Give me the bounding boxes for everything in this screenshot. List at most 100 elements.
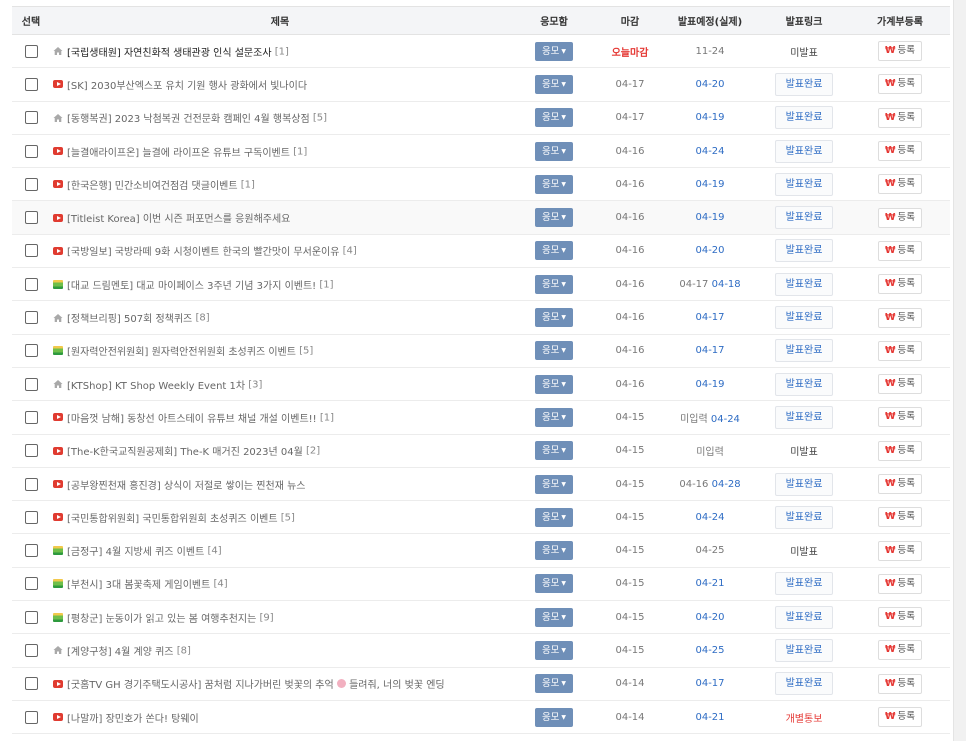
apply-dropdown-button[interactable]: 응모 ▼: [535, 41, 573, 61]
apply-dropdown-button[interactable]: 응모 ▼: [535, 607, 573, 627]
apply-dropdown-button[interactable]: 응모 ▼: [535, 174, 573, 194]
announcement-link-button[interactable]: 발표완료: [775, 139, 833, 163]
apply-dropdown-button[interactable]: 응모 ▼: [535, 141, 573, 161]
announcement-link-button[interactable]: 발표완료: [775, 206, 833, 230]
announce-actual[interactable]: 04-19: [695, 179, 724, 190]
announce-actual[interactable]: 04-19: [695, 379, 724, 390]
announce-actual[interactable]: 04-18: [712, 279, 741, 290]
event-title[interactable]: [KTShop] KT Shop Weekly Event 1차: [67, 381, 245, 392]
announce-actual[interactable]: 04-20: [695, 612, 724, 623]
event-title[interactable]: [대교 드림멘토] 대교 마이페이스 3주년 기념 3가지 이벤트!: [67, 281, 316, 292]
ledger-register-button[interactable]: ₩ 등록: [878, 673, 922, 694]
title-cell[interactable]: [Titleist Korea] 이번 시즌 퍼포먼스를 응원해주세요: [50, 201, 510, 234]
ledger-register-button[interactable]: ₩ 등록: [878, 540, 922, 561]
announce-actual[interactable]: 04-24: [695, 146, 724, 157]
title-cell[interactable]: [늘결애라이프온] 늘결에 라이프온 유튜브 구독이벤트 [1]: [50, 134, 510, 167]
ledger-register-button[interactable]: ₩ 등록: [878, 41, 922, 62]
apply-dropdown-button[interactable]: 응모 ▼: [535, 574, 573, 594]
ledger-register-button[interactable]: ₩ 등록: [878, 174, 922, 195]
event-title[interactable]: [계양구청] 4월 계양 퀴즈: [67, 647, 174, 658]
title-cell[interactable]: [국방일보] 국방라떼 9화 시청이벤트 한국의 빨간맛이 무서운이유 [4]: [50, 234, 510, 267]
title-cell[interactable]: [굿홈TV GH 경기주택도시공사] 꿈처럼 지나가버린 벚꽃의 추억 들려줘,…: [50, 667, 510, 700]
apply-dropdown-button[interactable]: 응모 ▼: [535, 640, 573, 660]
event-title[interactable]: [SK] 2030부산엑스포 유치 기원 행사 광화에서 빛나이다: [67, 81, 307, 92]
ledger-register-button[interactable]: ₩ 등록: [878, 374, 922, 395]
title-cell[interactable]: [공부왕찐천재 홍진경] 상식이 저절로 쌓이는 찐천재 뉴스: [50, 467, 510, 500]
announce-actual[interactable]: 04-24: [711, 414, 740, 425]
announcement-link-button[interactable]: 발표완료: [775, 472, 833, 496]
event-title[interactable]: [마음껏 남해] 동창선 아트스테이 유튜브 채널 개설 이벤트!!: [67, 414, 317, 425]
announcement-link-button[interactable]: 발표완료: [775, 72, 833, 96]
ledger-register-button[interactable]: ₩ 등록: [878, 607, 922, 628]
title-cell[interactable]: [나말까] 장민호가 쏜다! 탕웨이: [50, 700, 510, 733]
announce-actual[interactable]: 04-19: [695, 112, 724, 123]
row-checkbox[interactable]: [24, 144, 38, 158]
event-title[interactable]: [국립생태원] 자연친화적 생태관광 인식 설문조사: [67, 48, 272, 59]
announcement-link-button[interactable]: 발표완료: [775, 605, 833, 629]
event-title[interactable]: [굿홈TV GH 경기주택도시공사] 꿈처럼 지나가버린 벚꽃의 추억: [67, 680, 334, 691]
event-title[interactable]: [평창군] 눈동이가 읽고 있는 봄 여행추천지는: [67, 614, 256, 625]
row-checkbox[interactable]: [24, 710, 38, 724]
title-cell[interactable]: [원자력안전위원회] 원자력안전위원회 초성퀴즈 이벤트 [5]: [50, 334, 510, 367]
row-checkbox[interactable]: [24, 377, 38, 391]
title-cell[interactable]: [한국은행] 민간소비여건점검 댓글이벤트 [1]: [50, 168, 510, 201]
apply-dropdown-button[interactable]: 응모 ▼: [535, 541, 573, 561]
ledger-register-button[interactable]: ₩ 등록: [878, 107, 922, 128]
row-checkbox[interactable]: [24, 244, 38, 258]
vertical-scrollbar[interactable]: [953, 0, 966, 741]
ledger-register-button[interactable]: ₩ 등록: [878, 407, 922, 428]
title-cell[interactable]: [KTShop] KT Shop Weekly Event 1차 [3]: [50, 367, 510, 400]
title-cell[interactable]: [국민통합위원회] 국민통합위원회 초성퀴즈 이벤트 [5]: [50, 501, 510, 534]
announcement-link-button[interactable]: 발표완료: [775, 505, 833, 529]
row-checkbox[interactable]: [24, 544, 38, 558]
row-checkbox[interactable]: [24, 44, 38, 58]
announcement-link-button[interactable]: 발표완료: [775, 672, 833, 696]
apply-dropdown-button[interactable]: 응모 ▼: [535, 474, 573, 494]
announcement-link-button[interactable]: 발표완료: [775, 372, 833, 396]
ledger-register-button[interactable]: ₩ 등록: [878, 474, 922, 494]
row-checkbox[interactable]: [24, 277, 38, 291]
apply-dropdown-button[interactable]: 응모 ▼: [535, 707, 573, 727]
announcement-link-button[interactable]: 발표완료: [775, 339, 833, 363]
ledger-register-button[interactable]: ₩ 등록: [878, 141, 922, 162]
announce-actual[interactable]: 04-19: [695, 212, 724, 223]
ledger-register-button[interactable]: ₩ 등록: [878, 207, 922, 228]
announcement-link-button[interactable]: 발표완료: [775, 106, 833, 130]
event-title[interactable]: [나말까] 장민호가 쏜다! 탕웨이: [67, 714, 199, 725]
event-title[interactable]: [한국은행] 민간소비여건점검 댓글이벤트: [67, 181, 238, 192]
row-checkbox[interactable]: [24, 111, 38, 125]
title-cell[interactable]: [마음껏 남해] 동창선 아트스테이 유튜브 채널 개설 이벤트!! [1]: [50, 401, 510, 434]
announce-actual[interactable]: 04-20: [695, 79, 724, 90]
apply-dropdown-button[interactable]: 응모 ▼: [535, 507, 573, 527]
title-cell[interactable]: [SK] 2030부산엑스포 유치 기원 행사 광화에서 빛나이다: [50, 68, 510, 101]
row-checkbox[interactable]: [24, 477, 38, 491]
row-checkbox[interactable]: [24, 643, 38, 657]
title-cell[interactable]: [평창군] 눈동이가 읽고 있는 봄 여행추천지는 [9]: [50, 601, 510, 634]
title-cell[interactable]: [계양구청] 4월 계양 퀴즈 [8]: [50, 634, 510, 667]
event-title[interactable]: [Titleist Korea] 이번 시즌 퍼포먼스를 응원해주세요: [67, 214, 290, 225]
ledger-register-button[interactable]: ₩ 등록: [878, 640, 922, 661]
announce-actual[interactable]: 04-17: [695, 678, 724, 689]
event-title[interactable]: [공부왕찐천재 홍진경] 상식이 저절로 쌓이는 찐천재 뉴스: [67, 481, 305, 492]
title-cell[interactable]: [정책브리핑] 507회 정책퀴즈 [8]: [50, 301, 510, 334]
announce-actual[interactable]: 04-20: [695, 245, 724, 256]
event-title[interactable]: [늘결애라이프온] 늘결에 라이프온 유튜브 구독이벤트: [67, 148, 290, 159]
ledger-register-button[interactable]: ₩ 등록: [878, 240, 922, 261]
apply-dropdown-button[interactable]: 응모 ▼: [535, 308, 573, 328]
apply-dropdown-button[interactable]: 응모 ▼: [535, 341, 573, 361]
announce-actual[interactable]: 04-21: [695, 578, 724, 589]
ledger-register-button[interactable]: ₩ 등록: [878, 307, 922, 328]
row-checkbox[interactable]: [24, 577, 38, 591]
announcement-link-button[interactable]: 발표완료: [775, 239, 833, 263]
ledger-register-button[interactable]: ₩ 등록: [878, 340, 922, 361]
row-checkbox[interactable]: [24, 77, 38, 91]
row-checkbox[interactable]: [24, 311, 38, 325]
announce-actual[interactable]: 04-17: [695, 312, 724, 323]
apply-dropdown-button[interactable]: 응모 ▼: [535, 674, 573, 694]
announcement-link-button[interactable]: 발표완료: [775, 272, 833, 296]
apply-dropdown-button[interactable]: 응모 ▼: [535, 108, 573, 128]
ledger-register-button[interactable]: ₩ 등록: [878, 440, 922, 461]
row-checkbox[interactable]: [24, 177, 38, 191]
ledger-register-button[interactable]: ₩ 등록: [878, 74, 922, 95]
announcement-link-button[interactable]: 발표완료: [775, 405, 833, 429]
